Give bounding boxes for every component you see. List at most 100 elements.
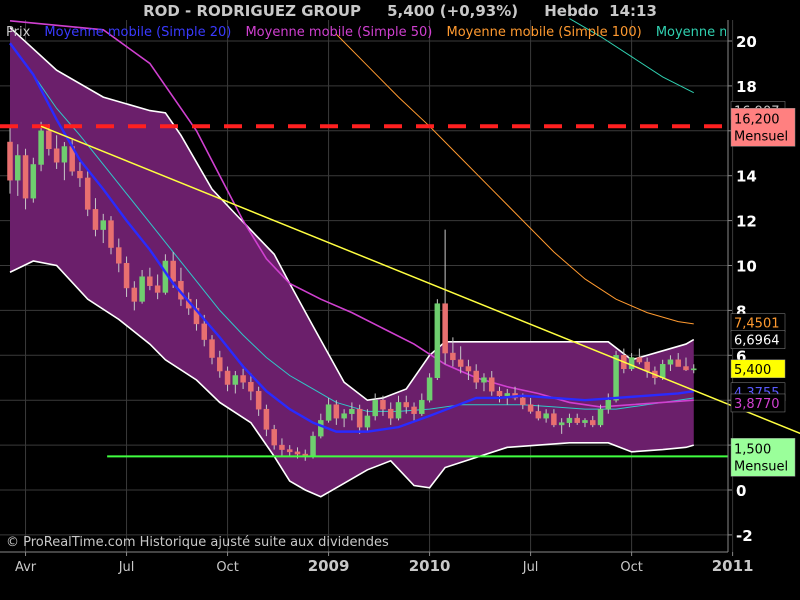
candle-body [108,220,114,248]
candle-body [411,406,417,414]
candle-body [535,411,542,419]
candle-body [131,287,138,302]
candle-body [341,413,347,419]
candle-body [520,397,526,405]
x-tick-label: Avr [15,560,37,575]
candle-body [527,404,534,412]
candle-body [582,420,588,423]
y-tick-label: 18 [736,78,757,96]
candle-body [310,435,316,457]
candle-body [566,417,573,423]
axis-value-label: 7,4501 [734,317,780,332]
candle-body [333,404,340,419]
candle-body [434,303,441,379]
axis-value-label: 5,400 [734,363,771,378]
candle-body [325,404,332,421]
x-tick-label: Oct [620,560,642,575]
y-tick-label: 14 [736,168,757,186]
candle-body [442,303,448,354]
candle-body [667,359,674,365]
candle-body [201,323,207,340]
candle-body [395,402,402,419]
candle-body [77,170,83,179]
candle-body [465,366,472,372]
candle-body [255,390,262,410]
candle-body [659,364,666,378]
candle-body [61,146,68,163]
axis-value-label: 3,8770 [734,397,780,412]
candle-body [271,429,277,446]
candle-body [147,276,153,286]
candle-body [170,260,176,282]
candle-body [574,417,580,423]
x-tick-label: Jul [522,560,539,575]
y-tick-label: 0 [736,482,746,500]
candle-body [349,408,355,414]
price-chart[interactable]: -202468101214161820AvrJulOct20092010JulO… [0,0,800,600]
candle-body [691,368,697,371]
candle-body [263,408,270,430]
candle-body [248,381,254,392]
resistance-label-period: Mensuel [734,129,788,144]
candle-body [38,130,44,165]
candle-body [209,339,215,358]
candle-body [419,399,425,414]
copyright-watermark: © ProRealTime.com Historique ajusté suit… [6,535,389,550]
candle-body [7,141,13,181]
candle-body [279,444,285,450]
y-tick-label: -2 [736,527,753,545]
support-label-value: 1,500 [734,442,771,457]
legend-ma200: Moyenne mobile (Simple 200) [655,25,726,40]
candle-body [403,402,410,408]
candle-body [22,155,29,199]
x-tick-label: Oct [216,560,238,575]
candle-body [496,390,503,396]
y-tick-label: 12 [736,213,757,231]
legend-ma100: Moyenne mobile (Simple 100) [446,25,642,40]
axis-value-label: 6,6964 [734,334,780,349]
candle-body [558,422,565,426]
bollinger-band-fill [10,27,694,497]
y-tick-label: 20 [736,33,757,51]
candle-body [488,377,495,392]
candle-body [15,155,21,181]
candle-body [473,370,479,383]
candle-body [84,177,91,210]
candle-body [30,164,37,199]
candle-body [597,408,604,426]
candle-body [675,359,681,367]
candle-body [100,220,106,230]
candle-body [590,420,596,426]
candle-body [636,357,643,363]
chart-title: ROD - RODRIGUEZ GROUP 5,400 (+0,93%) Heb… [143,2,657,20]
candle-body [364,415,371,428]
legend-price: Prix [6,25,31,40]
candle-body [628,357,635,370]
legend-ma20: Moyenne mobile (Simple 20) [44,25,232,40]
candle-body [92,209,99,230]
candle-body [613,355,619,401]
candle-body [123,263,130,289]
candle-body [139,276,145,302]
x-tick-label: 2011 [712,557,754,575]
candle-body [481,377,487,383]
candle-body [387,408,394,419]
legend-ma50: Moyenne mobile (Simple 50) [245,25,433,40]
candle-body [318,420,324,437]
candle-body [644,361,650,372]
candle-body [380,399,386,410]
x-tick-label: Jul [118,560,135,575]
candle-body [286,449,293,453]
candle-body [683,366,689,371]
candle-body [240,375,246,383]
support-label-period: Mensuel [734,459,788,474]
candle-body [605,399,612,410]
series-ma100 [335,33,694,325]
candle-body [543,413,549,419]
y-tick-label: 10 [736,258,757,276]
candle-body [217,357,223,372]
candle-body [551,413,557,426]
candle-body [457,359,464,367]
candle-body [154,285,161,293]
candle-body [224,370,231,385]
